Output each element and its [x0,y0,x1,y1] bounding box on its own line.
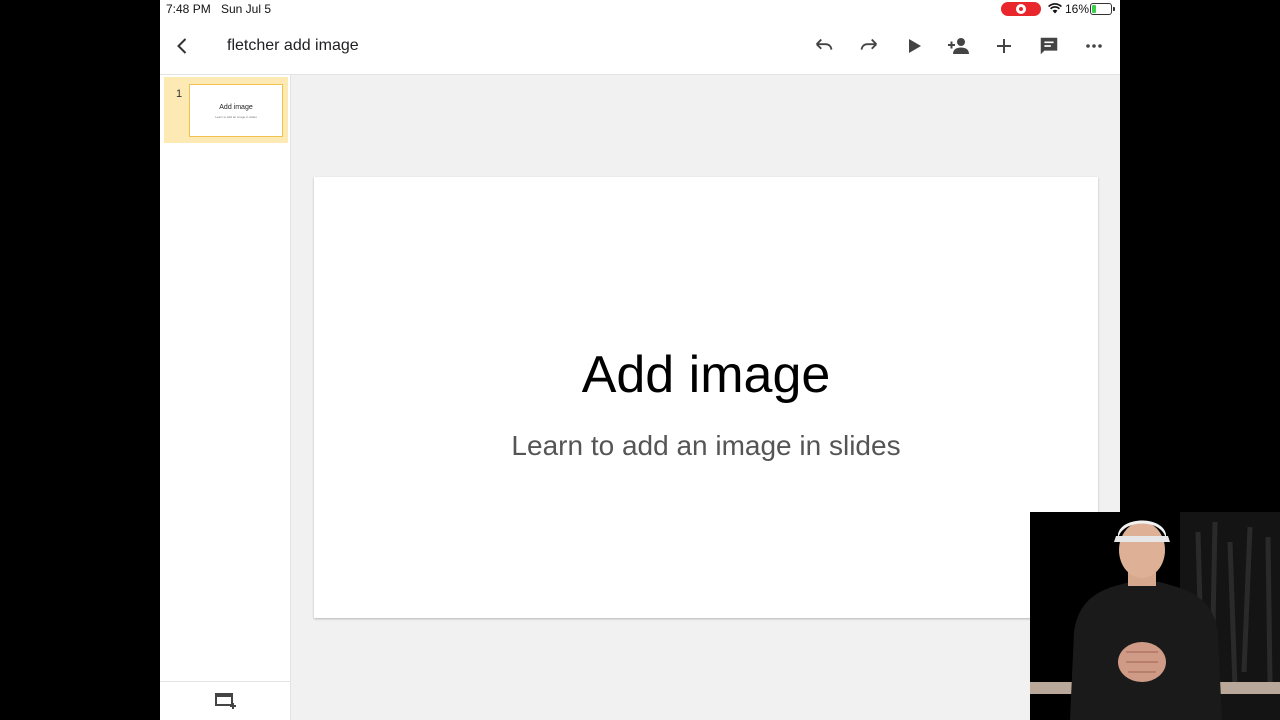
app-screen: 7:48 PM Sun Jul 5 16% fletcher add image [160,0,1120,720]
redo-button[interactable] [855,32,883,60]
presenter-webcam-overlay [1030,512,1280,720]
more-options-button[interactable] [1080,32,1108,60]
present-button[interactable] [900,32,928,60]
thumbnail-title: Add image [219,104,253,111]
present-play-icon [909,39,921,53]
insert-plus-icon [997,39,1011,53]
chevron-left-icon [177,38,187,54]
status-bar: 7:48 PM Sun Jul 5 16% [160,0,1120,18]
slide-subtitle[interactable]: Learn to add an image in slides [314,430,1098,462]
presenter-image [1030,512,1280,720]
comment-icon [1040,37,1058,55]
screen-recording-indicator[interactable] [1001,2,1041,16]
slide-filmstrip: 1 Add image Learn to add an image in sli… [160,75,291,720]
slide-canvas[interactable]: Add image Learn to add an image in slide… [314,177,1098,618]
undo-icon [816,38,833,50]
share-add-person-icon [948,38,969,54]
slide-title[interactable]: Add image [314,345,1098,405]
battery-icon [1090,3,1115,15]
comments-button[interactable] [1035,32,1063,60]
undo-button[interactable] [810,32,838,60]
back-button[interactable] [169,32,197,60]
status-time: 7:48 PM [166,2,211,16]
app-toolbar: fletcher add image [160,18,1120,75]
status-date: Sun Jul 5 [221,2,272,16]
redo-icon [860,38,877,50]
slide-thumbnail-row[interactable]: 1 Add image Learn to add an image in sli… [164,77,288,143]
slide-thumbnail[interactable]: Add image Learn to add an image in slide… [189,84,283,137]
new-slide-button[interactable] [213,690,239,712]
wifi-icon [1048,3,1062,17]
document-title[interactable]: fletcher add image [227,37,359,55]
slide-number: 1 [176,88,183,100]
battery-percent: 16% [1065,2,1090,16]
share-button[interactable] [945,32,973,60]
more-options-icon [1086,44,1102,48]
insert-button[interactable] [990,32,1018,60]
thumbnail-subtitle: Learn to add an image in slides [215,115,257,119]
filmstrip-footer [160,681,290,720]
new-slide-icon [215,693,236,709]
